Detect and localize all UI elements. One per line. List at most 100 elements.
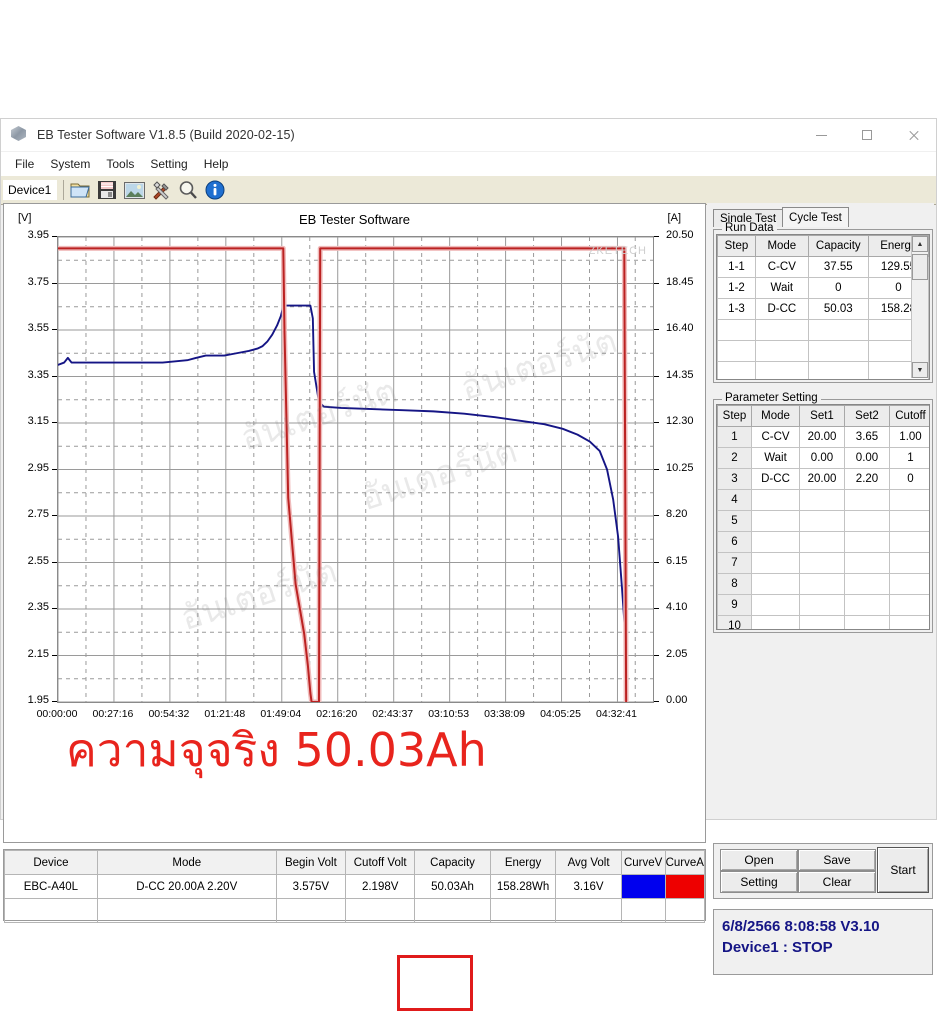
parameter-cell [844, 594, 890, 616]
scroll-down-button[interactable]: ▼ [912, 362, 928, 378]
parameter-cell [889, 573, 929, 595]
run-data-scrollbar[interactable]: ▲ ▼ [911, 236, 928, 378]
parameter-cell: 6 [717, 531, 752, 553]
menu-system[interactable]: System [42, 154, 98, 174]
parameter-cell: Wait [751, 447, 800, 469]
parameter-row[interactable]: 3 D-CC 20.00 2.20 0 [717, 468, 929, 490]
summary-cell [4, 898, 98, 923]
run-data-table-wrap[interactable]: Step Mode Capacity Energy 1-1 C-CV 37.55 129.55… [716, 234, 930, 380]
parameter-cell: 10 [717, 615, 752, 629]
y-tick-label: 1.95 [27, 694, 49, 706]
parameter-row[interactable]: 7 [717, 552, 929, 574]
y2-tick-mark [654, 701, 659, 702]
parameter-cell [751, 531, 800, 553]
parameter-row[interactable]: 9 [717, 594, 929, 616]
menu-help[interactable]: Help [196, 154, 237, 174]
summary-cell [275, 898, 347, 923]
parameter-cell [889, 531, 929, 553]
y2-tick-mark [654, 329, 659, 330]
parameter-row[interactable]: 4 [717, 489, 929, 511]
run-data-row[interactable]: 1-3 D-CC 50.03 158.28 [717, 298, 929, 320]
run-data-cell: 0 [807, 277, 869, 299]
y-tick-label: 2.55 [27, 554, 49, 567]
capacity-highlight-box [397, 955, 473, 1011]
y2-tick-mark [654, 561, 659, 563]
summary-cell [620, 898, 666, 923]
clear-button[interactable]: Clear [798, 871, 876, 893]
summary-header-cell: Cutoff Volt [345, 850, 416, 875]
close-button[interactable] [890, 120, 936, 151]
minimize-button[interactable] [798, 120, 844, 151]
parameter-row[interactable]: 10 [717, 615, 929, 629]
parameter-row[interactable]: 6 [717, 531, 929, 553]
menu-tools[interactable]: Tools [98, 154, 142, 174]
picture-icon[interactable] [122, 178, 146, 202]
tools-icon[interactable] [149, 178, 173, 202]
status-device-state: Device1 : STOP [722, 939, 833, 956]
run-data-cell: 1-2 [717, 277, 756, 299]
summary-cell [345, 898, 416, 923]
start-button[interactable]: Start [877, 847, 929, 893]
y2-tick-mark [654, 468, 659, 470]
parameter-cell: 2 [717, 447, 752, 469]
parameter-table-wrap[interactable]: Step Mode Set1 Set2 Cutoff 1 C-CV 20.00 3.65 1.00… [716, 404, 930, 630]
summary-header-cell: Avg Volt [555, 850, 622, 875]
device-tab[interactable]: Device1 [3, 180, 58, 200]
save-button[interactable]: Save [798, 849, 876, 871]
menu-setting[interactable]: Setting [142, 154, 195, 174]
parameter-cell [799, 531, 845, 553]
summary-table: Device Mode Begin Volt Cutoff Volt Capacity E… [3, 849, 706, 923]
y2-tick-label: 10.25 [666, 461, 694, 474]
parameter-cell: 1 [717, 426, 752, 448]
run-data-row[interactable] [717, 340, 929, 362]
parameter-cell [844, 552, 890, 574]
main-content: EB Tester Software [V] [A] 1.95 2.15 2.35 2… [1, 203, 936, 1011]
y-axis-unit-right: [A] [667, 212, 681, 224]
y2-tick-label: 2.05 [666, 647, 688, 660]
save-floppy-icon[interactable] [95, 178, 119, 202]
menu-file[interactable]: File [7, 154, 42, 174]
plot-area[interactable]: ZKETECH อันเตอร์นัต อันเตอร์นัต อันเตอร์… [57, 236, 654, 703]
y2-tick-mark [654, 375, 659, 377]
y2-tick-label: 4.10 [666, 601, 688, 613]
open-folder-icon[interactable] [68, 178, 92, 202]
summary-cell [414, 898, 491, 923]
summary-header-cell: Capacity [414, 850, 491, 875]
curve-v-swatch[interactable] [620, 874, 666, 899]
open-button[interactable]: Open [720, 849, 798, 871]
summary-cell [489, 898, 557, 923]
parameter-cell: 0.00 [844, 447, 890, 469]
setting-button[interactable]: Setting [720, 871, 798, 893]
parameter-row[interactable]: 8 [717, 573, 929, 595]
control-pane: Single Test Cycle Test Run Data Step Mode… [707, 203, 934, 975]
run-data-cell: C-CV [754, 256, 809, 278]
y2-tick-label: 16.40 [666, 322, 694, 334]
parameter-cell [889, 510, 929, 532]
info-icon[interactable] [203, 178, 227, 202]
run-data-row[interactable] [717, 319, 929, 341]
maximize-button[interactable] [844, 120, 890, 151]
toolbar: Device1 [1, 175, 936, 205]
scroll-up-button[interactable]: ▲ [912, 236, 928, 252]
y-tick-label: 3.15 [27, 415, 49, 427]
y2-tick-label: 12.30 [666, 415, 694, 427]
parameter-row[interactable]: 5 [717, 510, 929, 532]
application-window: EB Tester Software V1.8.5 (Build 2020-02… [0, 118, 937, 1011]
summary-data-row[interactable]: EBC-A40L D-CC 20.00A 2.20V 3.575V 2.198V 50.… [4, 874, 706, 899]
summary-empty-row[interactable] [4, 898, 706, 923]
run-data-cell: 50.03 [807, 298, 869, 320]
scroll-thumb[interactable] [912, 254, 928, 280]
y2-tick-mark [654, 608, 659, 609]
run-data-row[interactable]: 1-1 C-CV 37.55 129.55 [717, 256, 929, 278]
tab-cycle-test[interactable]: Cycle Test [782, 207, 849, 227]
y-tick-label: 3.35 [27, 368, 49, 381]
zoom-icon[interactable] [176, 178, 200, 202]
run-data-row[interactable] [717, 361, 929, 379]
y2-tick-mark [654, 654, 659, 656]
run-data-row[interactable]: 1-2 Wait 0 0 [717, 277, 929, 299]
curve-a-swatch[interactable] [664, 874, 706, 899]
summary-cell: EBC-A40L [4, 874, 98, 899]
summary-grid: Device Mode Begin Volt Cutoff Volt Capacity E… [4, 850, 706, 923]
parameter-row[interactable]: 2 Wait 0.00 0.00 1 [717, 447, 929, 469]
parameter-row[interactable]: 1 C-CV 20.00 3.65 1.00 [717, 426, 929, 448]
